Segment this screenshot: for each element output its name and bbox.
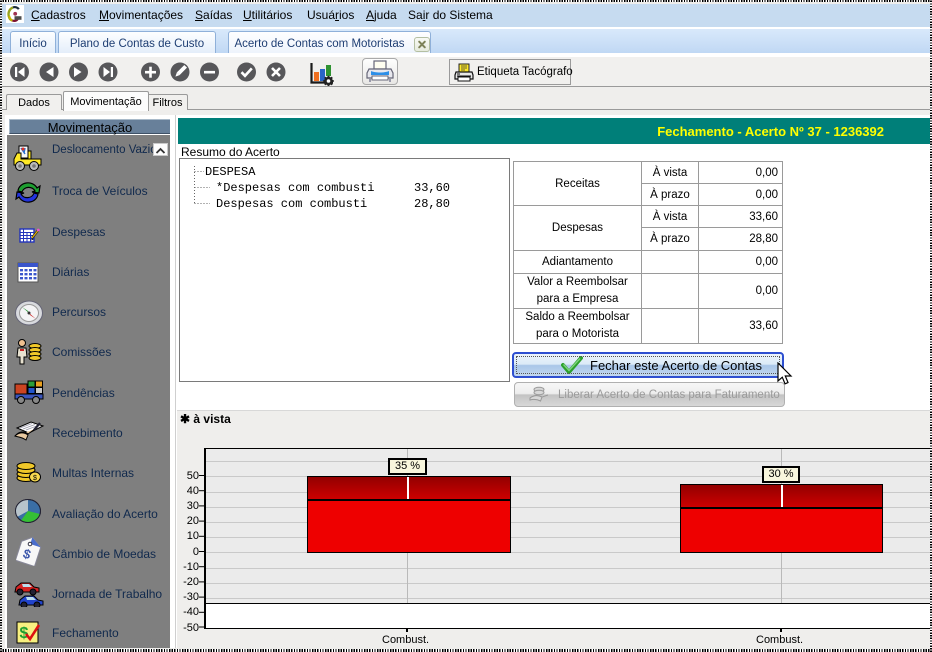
svg-text:$: $ <box>33 475 37 482</box>
